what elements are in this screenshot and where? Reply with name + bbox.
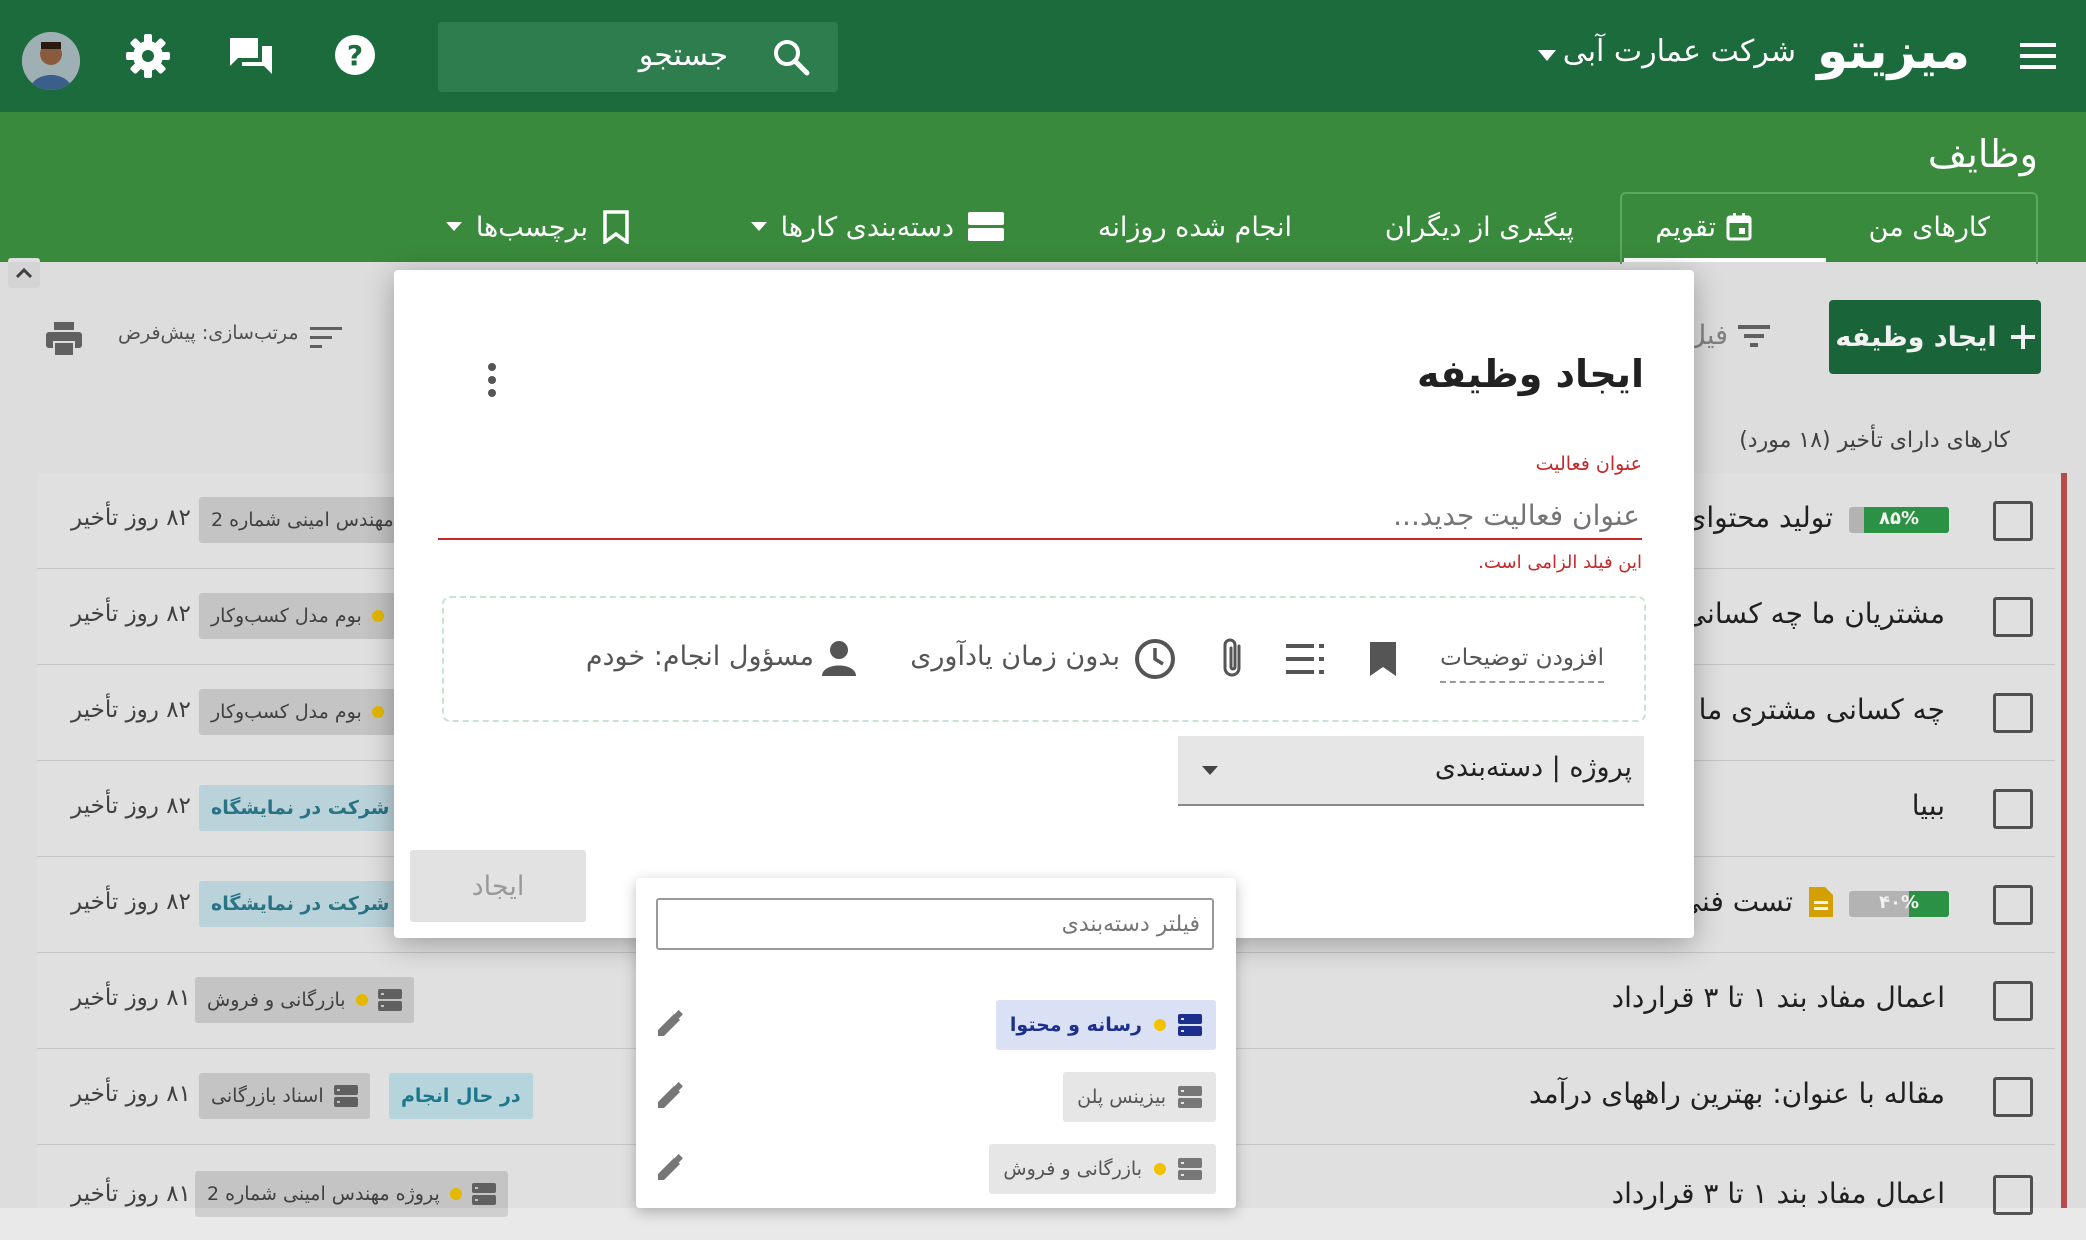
tab-daily-done[interactable]: انجام شده روزانه [1098, 196, 1292, 258]
top-bar: میزیتو شرکت عمارت آبی جستجو ? [0, 0, 2086, 112]
status-dot [1154, 1019, 1166, 1031]
menu-icon[interactable] [2018, 40, 2058, 72]
tab-follow-up[interactable]: پیگیری از دیگران [1385, 196, 1574, 258]
task-options-box: افزودن توضیحات بدون زمان یادآوری مسؤول ا… [442, 596, 1646, 722]
category-icon [1178, 1014, 1202, 1036]
bookmark-icon [602, 210, 630, 244]
tab-my-tasks[interactable]: کارهای من [1869, 196, 1990, 258]
category-icon [1178, 1086, 1202, 1108]
checklist-icon[interactable] [1286, 642, 1326, 676]
tab-label: دسته‌بندی کارها [780, 211, 954, 243]
page-title: وظایف [1927, 132, 2038, 176]
field-error: این فیلد الزامی است. [1478, 552, 1642, 573]
user-avatar[interactable] [22, 32, 80, 90]
search-input[interactable]: جستجو [639, 38, 728, 73]
tab-categories[interactable]: دسته‌بندی کارها [750, 196, 1004, 258]
edit-pencil-icon[interactable] [656, 1010, 684, 1038]
dialog-title: ایجاد وظیفه [1417, 352, 1644, 396]
option-label: بیزینس پلن [1077, 1086, 1166, 1108]
title-input[interactable] [438, 492, 1642, 540]
title-field-label: عنوان فعالیت [1535, 453, 1642, 475]
svg-text:?: ? [347, 39, 363, 72]
create-task-dialog: ایجاد وظیفه عنوان فعالیت این فیلد الزامی… [394, 270, 1694, 938]
tab-label: برچسب‌ها [475, 211, 588, 243]
person-icon[interactable] [822, 640, 856, 676]
status-dot [1154, 1163, 1166, 1175]
tab-label: پیگیری از دیگران [1384, 211, 1574, 243]
option-label: رسانه و محتوا [1009, 1014, 1142, 1036]
chevron-down-icon[interactable] [1538, 50, 1556, 62]
chevron-down-icon [750, 222, 767, 232]
help-icon[interactable]: ? [334, 34, 376, 76]
clock-icon[interactable] [1134, 638, 1176, 680]
search-box[interactable]: جستجو [438, 22, 838, 92]
project-category-select[interactable]: پروژه | دسته‌بندی [1178, 736, 1644, 806]
chevron-down-icon [1202, 766, 1218, 776]
reminder-text[interactable]: بدون زمان یادآوری [910, 641, 1120, 672]
assignee-text[interactable]: مسؤول انجام: خودم [586, 641, 814, 672]
category-dropdown: رسانه و محتوا بیزینس پلن بازرگانی و فروش [636, 878, 1236, 1208]
tab-label: انجام شده روزانه [1097, 211, 1292, 243]
bookmark-icon[interactable] [1368, 640, 1398, 678]
create-button[interactable]: ایجاد [410, 850, 586, 922]
chat-icon[interactable] [228, 36, 274, 76]
attachment-icon[interactable] [1220, 636, 1246, 682]
tab-calendar[interactable]: تقویم [1655, 196, 1752, 258]
category-option-media[interactable]: رسانه و محتوا [995, 1000, 1216, 1050]
more-vertical-icon[interactable] [486, 362, 498, 398]
category-icon [968, 212, 1004, 242]
search-icon [772, 38, 810, 76]
category-option-sales[interactable]: بازرگانی و فروش [989, 1144, 1216, 1194]
category-option-business-plan[interactable]: بیزینس پلن [1063, 1072, 1216, 1122]
tab-tags[interactable]: برچسب‌ها [445, 196, 630, 258]
gear-icon[interactable] [126, 34, 170, 78]
category-filter-input[interactable] [656, 898, 1214, 950]
add-description-link[interactable]: افزودن توضیحات [1440, 645, 1604, 683]
option-label: بازرگانی و فروش [1003, 1158, 1142, 1180]
tab-label: تقویم [1655, 211, 1716, 243]
calendar-icon [1726, 213, 1752, 241]
project-select-label: پروژه | دسته‌بندی [1434, 752, 1632, 783]
tab-label: کارهای من [1868, 211, 1990, 243]
chevron-down-icon [445, 222, 462, 232]
edit-pencil-icon[interactable] [656, 1154, 684, 1182]
company-name[interactable]: شرکت عمارت آبی [1563, 34, 1796, 69]
app-logo[interactable]: میزیتو [1817, 22, 1970, 80]
edit-pencil-icon[interactable] [656, 1082, 684, 1110]
category-icon [1178, 1158, 1202, 1180]
